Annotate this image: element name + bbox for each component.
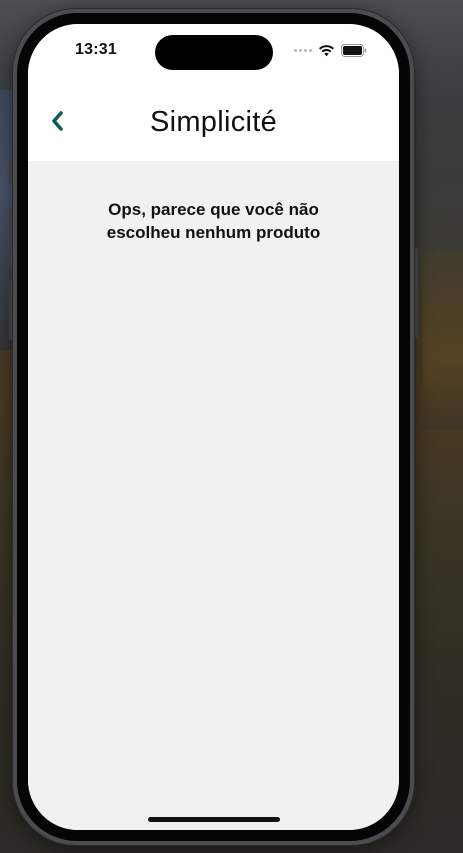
wifi-icon	[319, 45, 334, 57]
home-indicator[interactable]	[148, 817, 280, 822]
status-icons	[294, 44, 367, 57]
volume-up-button	[9, 208, 12, 268]
status-time: 13:31	[75, 41, 117, 58]
volume-down-button	[9, 280, 12, 340]
power-button	[415, 248, 418, 338]
phone-frame: 13:31 Simplicité Ops, parece que você nã…	[9, 8, 418, 846]
battery-icon	[341, 44, 367, 57]
app-screen: 13:31 Simplicité Ops, parece que você nã…	[28, 24, 399, 830]
cart-content: Ops, parece que você não escolheu nenhum…	[28, 161, 399, 830]
status-bar: 13:31	[28, 24, 399, 86]
silent-switch	[9, 158, 12, 184]
signal-dots-icon	[294, 49, 312, 52]
dynamic-island	[155, 35, 273, 70]
page-title: Simplicité	[149, 106, 278, 138]
background-blur-right	[423, 250, 463, 430]
empty-cart-message: Ops, parece que você não escolheu nenhum…	[106, 200, 321, 242]
navigation-bar: Simplicité	[28, 86, 399, 161]
